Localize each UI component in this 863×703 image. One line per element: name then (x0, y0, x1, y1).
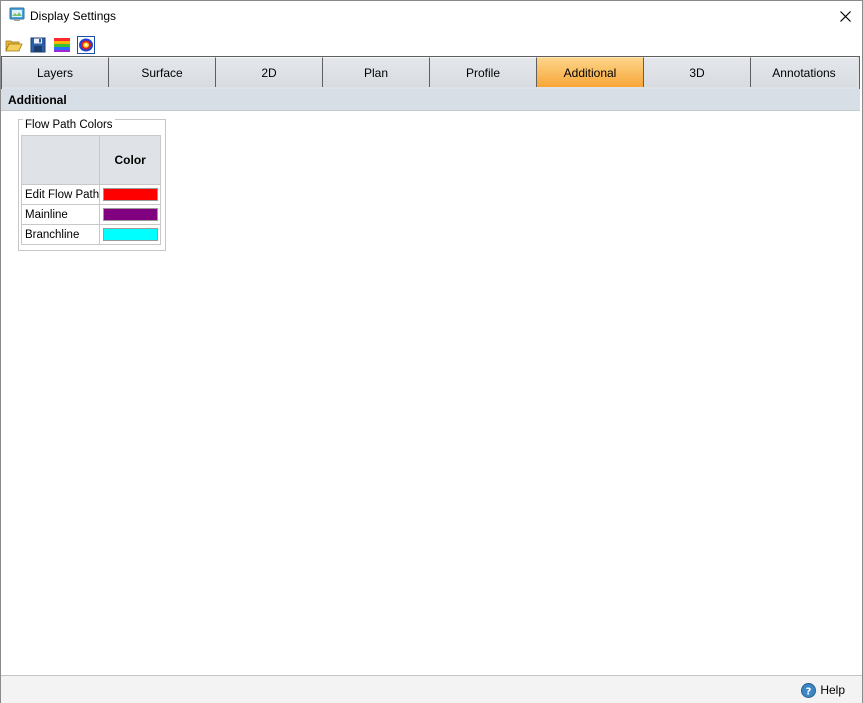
flow-path-colors-grid: Color Edit Flow Path Mainline Branchline (20, 135, 162, 245)
toolbar (1, 34, 862, 56)
row-label-mainline: Mainline (20, 204, 101, 225)
tab-additional[interactable]: Additional (537, 57, 644, 87)
edit-flow-path-color-swatch[interactable] (102, 188, 158, 201)
edit-flow-path-color-cell[interactable] (99, 184, 162, 205)
table-row: Edit Flow Path (20, 184, 162, 205)
tab-label: Profile (465, 65, 500, 80)
help-button[interactable]: ? Help (801, 681, 845, 699)
save-button[interactable] (29, 36, 47, 54)
grid-header-row: Color (20, 135, 162, 185)
tab-layers[interactable]: Layers (2, 57, 109, 87)
row-label-edit-flow-path: Edit Flow Path (20, 184, 101, 205)
color-palette-button[interactable] (77, 36, 95, 54)
save-icon (30, 37, 46, 53)
tab-label: Annotations (772, 65, 836, 80)
tab-label: 3D (689, 65, 705, 80)
close-icon (839, 10, 851, 22)
status-bar: ? Help (1, 675, 862, 703)
color-column-header: Color (99, 135, 162, 185)
tab-3d[interactable]: 3D (644, 57, 751, 87)
display-settings-window: Display Settings Layers Surface 2D Plan … (0, 0, 863, 703)
mainline-color-cell[interactable] (99, 204, 162, 225)
branchline-color-swatch[interactable] (102, 228, 158, 241)
tab-label: Layers (36, 65, 74, 80)
grid-corner-cell (20, 135, 101, 185)
mainline-color-swatch[interactable] (102, 208, 158, 221)
group-title: Flow Path Colors (23, 119, 115, 131)
window-title: Display Settings (30, 9, 117, 23)
svg-text:?: ? (806, 686, 812, 697)
help-icon: ? (801, 682, 817, 698)
branchline-color-cell[interactable] (99, 224, 162, 245)
title-bar: Display Settings (1, 1, 862, 32)
color-palette-icon (77, 36, 95, 54)
close-button[interactable] (830, 2, 860, 30)
tab-2d[interactable]: 2D (216, 57, 323, 87)
tab-profile[interactable]: Profile (430, 57, 537, 87)
display-settings-app-icon (9, 7, 25, 23)
tab-plan[interactable]: Plan (323, 57, 430, 87)
tab-label: Additional (563, 65, 617, 80)
section-title: Additional (1, 89, 860, 111)
tab-surface[interactable]: Surface (109, 57, 216, 87)
color-ramp-icon (54, 38, 70, 52)
tab-annotations[interactable]: Annotations (751, 57, 857, 87)
folder-open-icon (5, 40, 23, 52)
settings-tab-bar: Layers Surface 2D Plan Profile Additiona… (1, 56, 860, 90)
help-label: Help (820, 683, 845, 697)
tab-label: 2D (261, 65, 277, 80)
row-label-branchline: Branchline (20, 224, 101, 245)
open-button[interactable] (5, 36, 23, 54)
tab-label: Plan (363, 65, 389, 80)
tab-label: Surface (141, 65, 183, 80)
table-row: Mainline (20, 204, 162, 225)
color-ramp-button[interactable] (53, 36, 71, 54)
table-row: Branchline (20, 224, 162, 245)
flow-path-colors-group: Flow Path Colors Color Edit Flow Path Ma… (18, 119, 166, 251)
